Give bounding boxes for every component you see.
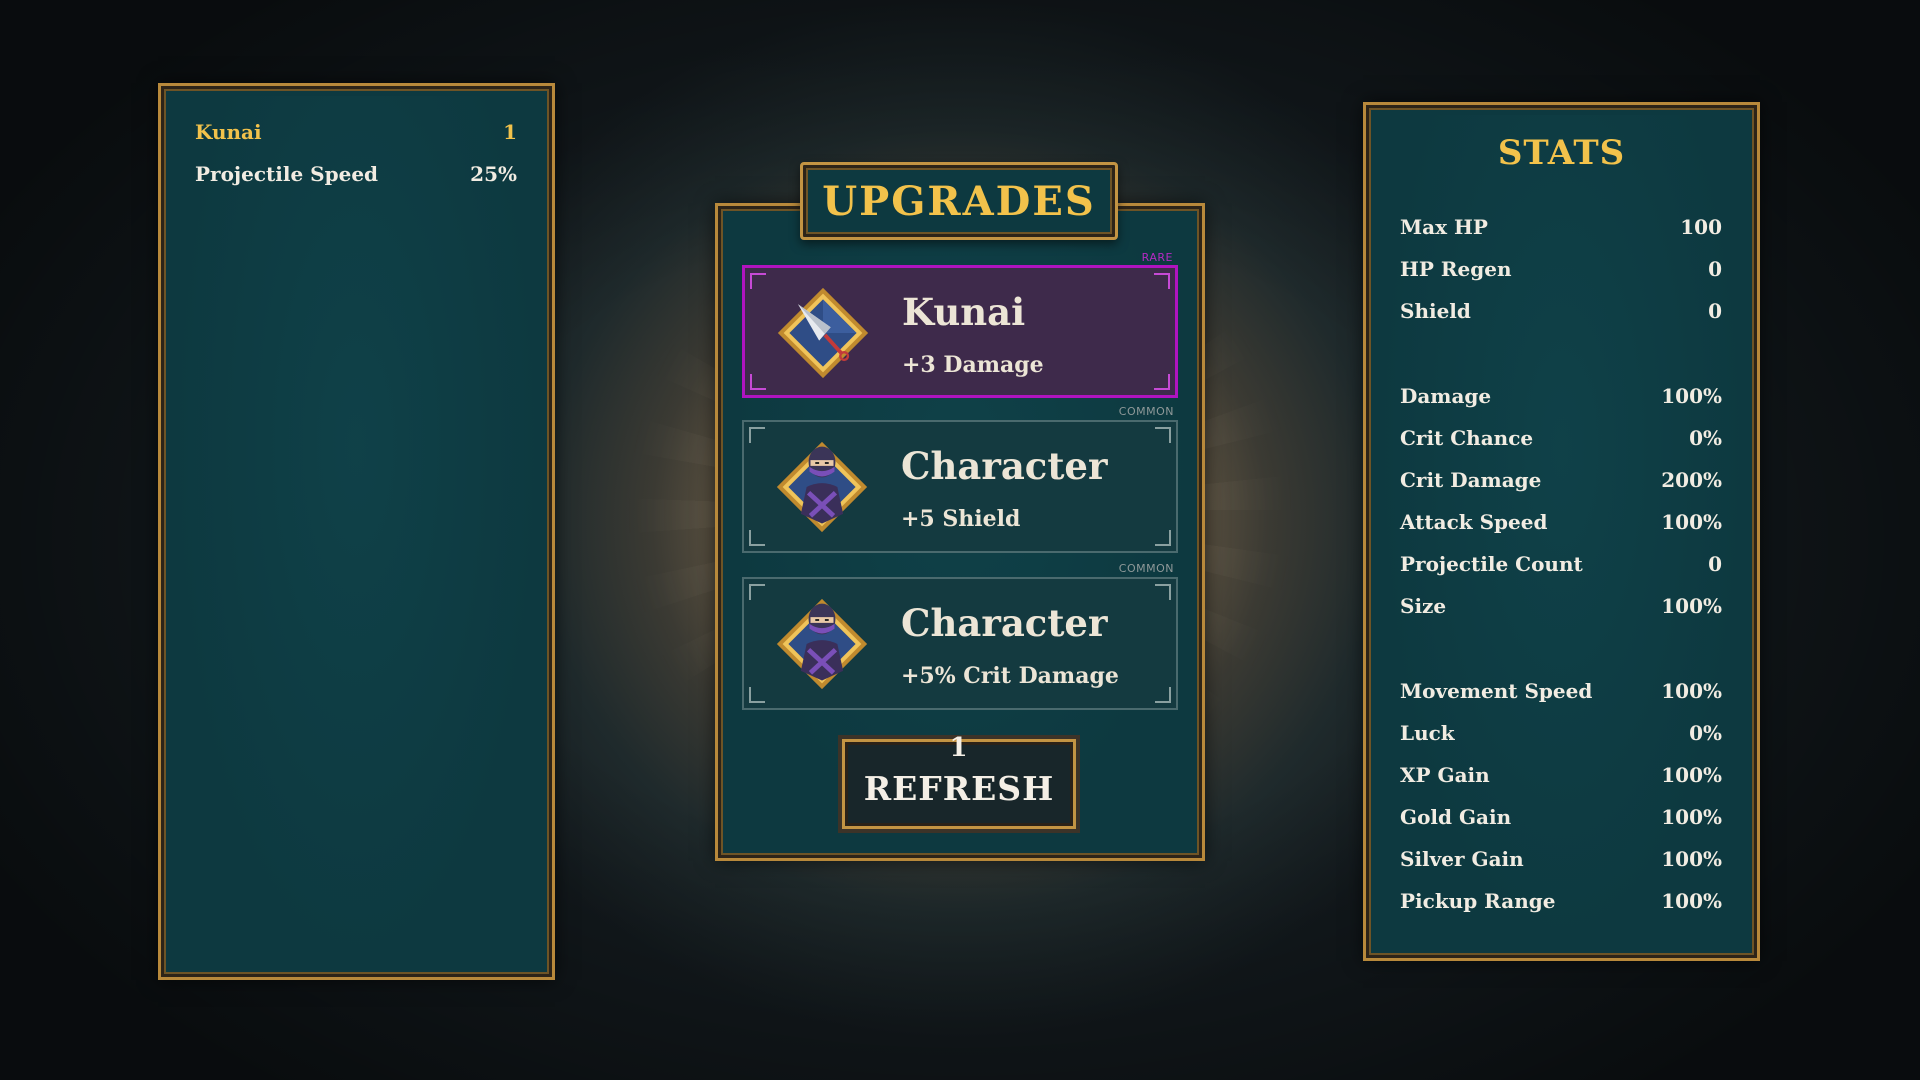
ninja-icon — [776, 441, 868, 533]
ninja-icon — [776, 598, 868, 690]
stat-label: HP Regen — [1400, 257, 1512, 281]
stat-value: 0 — [1708, 299, 1722, 323]
owned-items-panel: Kunai 1 Projectile Speed 25% — [158, 83, 555, 980]
upgrade-effect: +3 Damage — [902, 352, 1044, 378]
owned-item-stat-label: Projectile Speed — [195, 162, 379, 186]
stat-row-crit-chance: Crit Chance 0% — [1400, 426, 1722, 450]
stat-value: 0 — [1708, 257, 1722, 281]
stat-label: Crit Damage — [1400, 468, 1542, 492]
stat-value: 100% — [1661, 889, 1722, 913]
stat-label: Luck — [1400, 721, 1455, 745]
stat-label: Gold Gain — [1400, 805, 1512, 829]
stat-row-pickup-range: Pickup Range 100% — [1400, 889, 1722, 913]
stat-value: 100 — [1680, 215, 1722, 239]
stat-value: 0% — [1689, 426, 1722, 450]
stat-value: 0 — [1708, 552, 1722, 576]
upgrades-title: UPGRADES — [800, 162, 1118, 240]
stat-row-luck: Luck 0% — [1400, 721, 1722, 745]
rarity-label: COMMON — [1118, 405, 1174, 418]
upgrade-name: Character — [901, 601, 1108, 645]
rarity-label: COMMON — [1118, 562, 1174, 575]
card-corner — [750, 273, 766, 289]
stat-row-size: Size 100% — [1400, 594, 1722, 618]
stat-row-shield: Shield 0 — [1400, 299, 1722, 323]
owned-item-stat-value: 25% — [470, 162, 517, 186]
stat-label: Max HP — [1400, 215, 1488, 239]
stat-value: 100% — [1661, 384, 1722, 408]
refresh-button[interactable]: 1 REFRESH — [838, 733, 1080, 833]
card-corner — [1155, 584, 1171, 600]
stat-value: 100% — [1661, 763, 1722, 787]
stat-value: 100% — [1661, 510, 1722, 534]
upgrade-name: Character — [901, 444, 1108, 488]
card-corner — [1155, 687, 1171, 703]
card-corner — [749, 530, 765, 546]
stat-value: 100% — [1661, 679, 1722, 703]
stat-label: Silver Gain — [1400, 847, 1524, 871]
card-corner — [749, 584, 765, 600]
stat-row-silver-gain: Silver Gain 100% — [1400, 847, 1722, 871]
kunai-icon — [777, 287, 869, 379]
stats-panel: STATS Max HP 100 HP Regen 0 Shield 0 Dam… — [1363, 102, 1760, 961]
upgrade-effect: +5% Crit Damage — [901, 663, 1119, 689]
stat-label: Projectile Count — [1400, 552, 1583, 576]
stat-label: Size — [1400, 594, 1447, 618]
stat-value: 100% — [1661, 847, 1722, 871]
upgrade-card-character-shield[interactable]: COMMON Character +5 Shield — [742, 405, 1178, 553]
stat-row-movement-speed: Movement Speed 100% — [1400, 679, 1722, 703]
stat-row-attack-speed: Attack Speed 100% — [1400, 510, 1722, 534]
stat-label: Attack Speed — [1400, 510, 1548, 534]
stat-value: 100% — [1661, 805, 1722, 829]
stat-row-damage: Damage 100% — [1400, 384, 1722, 408]
stat-label: Movement Speed — [1400, 679, 1593, 703]
card-corner — [750, 374, 766, 390]
upgrade-name: Kunai — [902, 290, 1026, 334]
card-corner — [1155, 530, 1171, 546]
card-corner — [1155, 427, 1171, 443]
stat-row-projectile-count: Projectile Count 0 — [1400, 552, 1722, 576]
card-corner — [1154, 374, 1170, 390]
upgrade-card-kunai[interactable]: RARE Kunai +3 Damage — [742, 251, 1178, 398]
stat-row-crit-damage: Crit Damage 200% — [1400, 468, 1722, 492]
rarity-label: RARE — [1141, 251, 1173, 264]
stat-label: Pickup Range — [1400, 889, 1556, 913]
card-corner — [749, 427, 765, 443]
card-corner — [1154, 273, 1170, 289]
stat-value: 200% — [1661, 468, 1722, 492]
upgrade-card-character-crit[interactable]: COMMON Character +5% Crit Damage — [742, 562, 1178, 710]
refresh-label: REFRESH — [863, 768, 1055, 808]
owned-item-row: Kunai 1 — [195, 120, 517, 144]
upgrade-effect: +5 Shield — [901, 506, 1021, 532]
owned-item-stat-row: Projectile Speed 25% — [195, 162, 517, 186]
stat-row-max-hp: Max HP 100 — [1400, 215, 1722, 239]
stat-row-xp-gain: XP Gain 100% — [1400, 763, 1722, 787]
stat-label: XP Gain — [1400, 763, 1490, 787]
owned-item-level: 1 — [503, 120, 517, 144]
refresh-cost: 1 — [949, 733, 969, 763]
owned-item-name: Kunai — [195, 120, 262, 144]
stat-label: Damage — [1400, 384, 1492, 408]
stat-row-hp-regen: HP Regen 0 — [1400, 257, 1722, 281]
stats-title: STATS — [1497, 133, 1626, 173]
stat-label: Crit Chance — [1400, 426, 1534, 450]
stat-value: 0% — [1689, 721, 1722, 745]
card-corner — [749, 687, 765, 703]
stat-row-gold-gain: Gold Gain 100% — [1400, 805, 1722, 829]
stat-value: 100% — [1661, 594, 1722, 618]
stat-label: Shield — [1400, 299, 1471, 323]
